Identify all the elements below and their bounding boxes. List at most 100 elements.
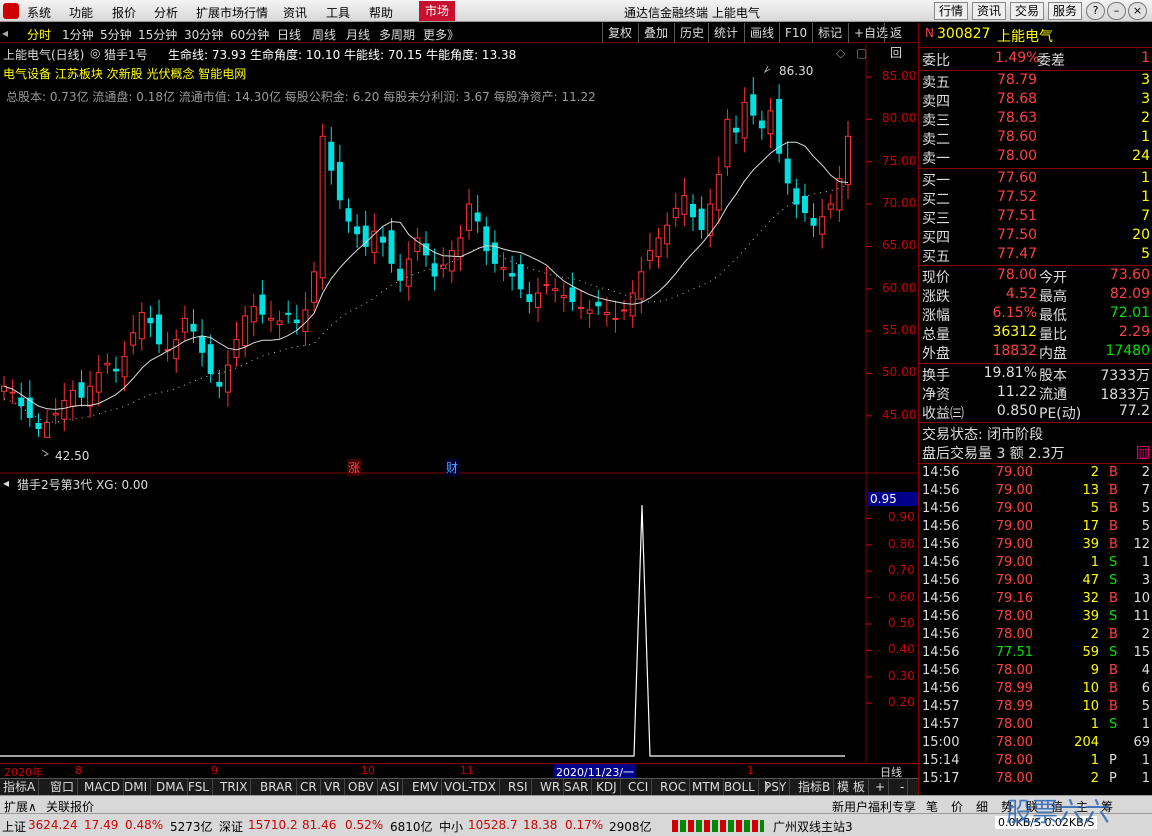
overlay-button[interactable]: 叠加	[638, 23, 673, 43]
candle-body[interactable]	[379, 236, 386, 243]
indicator-tab-13[interactable]: VOL-TDX	[441, 779, 500, 795]
candle-body[interactable]	[448, 250, 455, 272]
concept-tags[interactable]: 电气设备 江苏板块 次新股 光伏概念 智能电网	[3, 65, 246, 82]
bid-row[interactable]: 买三 77.51 7	[919, 208, 1152, 227]
menu-analysis[interactable]: 分析	[154, 4, 178, 21]
candle-body[interactable]	[138, 311, 145, 340]
smb-index-name[interactable]: 中小	[439, 818, 463, 835]
candle-body[interactable]	[750, 94, 757, 116]
candle-body[interactable]	[827, 203, 834, 210]
indicator-tab-20[interactable]: MTM	[689, 779, 725, 795]
tick-row[interactable]: 15:00 78.00 204 69	[919, 735, 1152, 754]
candle-body[interactable]	[621, 309, 628, 312]
ask-row[interactable]: 卖四 78.68 3	[919, 91, 1152, 110]
indicator-tab-27[interactable]: -	[897, 779, 909, 795]
indicator-tab-5[interactable]: FSL	[185, 779, 213, 795]
indicator-tab-2[interactable]: MACD	[81, 779, 124, 795]
tick-row[interactable]: 14:56 78.00 39 S 11	[919, 609, 1152, 628]
adjust-button[interactable]: 复权	[602, 23, 637, 43]
indicator-tab-6[interactable]: TRIX	[217, 779, 252, 795]
candle-body[interactable]	[224, 364, 231, 393]
candle-body[interactable]	[345, 208, 352, 222]
candle-body[interactable]	[819, 216, 826, 235]
ask-row[interactable]: 卖五 78.79 3	[919, 72, 1152, 91]
chart-icon[interactable]: ▥	[1136, 446, 1149, 459]
candle-body[interactable]	[87, 385, 94, 407]
candle-body[interactable]	[397, 268, 404, 281]
ask-row[interactable]: 卖一 78.00 24	[919, 148, 1152, 167]
period-daily[interactable]: 日线	[277, 26, 301, 43]
news-tab-button[interactable]: 资讯	[972, 2, 1007, 20]
indicator-tab-9[interactable]: VR	[321, 779, 345, 795]
candle-body[interactable]	[724, 118, 731, 168]
indicator-tab-10[interactable]: OBV	[345, 779, 378, 795]
candle-body[interactable]	[638, 271, 645, 300]
stats-button[interactable]: 统计	[708, 23, 743, 43]
candle-body[interactable]	[293, 319, 300, 324]
indicator-tab-12[interactable]: EMV	[409, 779, 443, 795]
indicator-tab-21[interactable]: BOLL	[721, 779, 759, 795]
candle-body[interactable]	[276, 320, 283, 325]
candle-body[interactable]	[741, 101, 748, 139]
candle-body[interactable]	[845, 135, 851, 186]
candle-body[interactable]	[95, 372, 102, 393]
indicator-tab-14[interactable]: RSI	[505, 779, 532, 795]
candle-body[interactable]	[267, 317, 274, 321]
indicator-tab-4[interactable]: DMA	[153, 779, 188, 795]
candle-body[interactable]	[672, 207, 679, 219]
candle-body[interactable]	[612, 317, 619, 320]
candle-body[interactable]	[776, 98, 783, 154]
candle-body[interactable]	[440, 264, 447, 269]
sh-index-name[interactable]: 上证	[2, 818, 26, 835]
candle-body[interactable]	[560, 295, 567, 299]
mark-button[interactable]: 标记	[812, 23, 847, 43]
menu-help[interactable]: 帮助	[369, 4, 393, 21]
minimize-icon[interactable]: –	[1107, 2, 1126, 20]
candle-body[interactable]	[35, 422, 42, 430]
candle-body[interactable]	[259, 294, 266, 315]
candle-body[interactable]	[646, 250, 653, 261]
indicator-tab-25[interactable]: 模 板	[834, 779, 869, 795]
tick-row[interactable]: 14:56 79.00 47 S 3	[919, 573, 1152, 592]
tick-row[interactable]: 14:56 79.00 1 S 1	[919, 555, 1152, 574]
menu-function[interactable]: 功能	[69, 4, 93, 21]
ask-row[interactable]: 卖三 78.63 2	[919, 110, 1152, 129]
candle-body[interactable]	[69, 389, 76, 408]
candle-body[interactable]	[78, 382, 85, 398]
candle-body[interactable]	[181, 317, 188, 333]
bid-row[interactable]: 买一 77.60 1	[919, 170, 1152, 189]
candle-body[interactable]	[405, 258, 412, 287]
menu-quote[interactable]: 报价	[112, 4, 136, 21]
bid-row[interactable]: 买二 77.52 1	[919, 189, 1152, 208]
menu-news[interactable]: 资讯	[283, 4, 307, 21]
tick-row[interactable]: 14:56 79.00 17 B 5	[919, 519, 1152, 538]
candle-body[interactable]	[311, 271, 318, 303]
period-multi[interactable]: 多周期	[379, 26, 415, 43]
indicator-tab-8[interactable]: CR	[297, 779, 321, 795]
trade-tab-button[interactable]: 交易	[1010, 2, 1045, 20]
indicator-tab-11[interactable]: ASI	[377, 779, 404, 795]
indicator-tab-19[interactable]: ROC	[657, 779, 691, 795]
collapse-left-icon[interactable]: ◂	[2, 26, 8, 40]
close-icon[interactable]: ×	[1128, 2, 1147, 20]
tick-row[interactable]: 14:56 77.51 59 S 15	[919, 645, 1152, 664]
market-button[interactable]: 市场	[419, 1, 455, 21]
server-status[interactable]: 广州双线主站3	[773, 818, 853, 835]
candle-body[interactable]	[354, 226, 361, 235]
candle-body[interactable]	[130, 332, 137, 346]
bid-row[interactable]: 买四 77.50 20	[919, 227, 1152, 246]
tick-row[interactable]: 14:57 78.99 10 B 5	[919, 699, 1152, 718]
ask-row[interactable]: 卖二 78.60 1	[919, 129, 1152, 148]
draw-button[interactable]: 画线	[744, 23, 779, 43]
candle-body[interactable]	[328, 141, 335, 171]
candle-body[interactable]	[500, 267, 507, 270]
candle-body[interactable]	[517, 264, 524, 290]
candle-body[interactable]	[173, 339, 180, 360]
candle-body[interactable]	[526, 294, 533, 302]
candle-body[interactable]	[388, 230, 395, 264]
candle-body[interactable]	[586, 309, 593, 314]
candle-body[interactable]	[362, 225, 369, 247]
tick-row[interactable]: 14:56 79.00 13 B 7	[919, 483, 1152, 502]
tick-row[interactable]: 14:56 79.16 32 B 10	[919, 591, 1152, 610]
candle-body[interactable]	[793, 188, 800, 205]
